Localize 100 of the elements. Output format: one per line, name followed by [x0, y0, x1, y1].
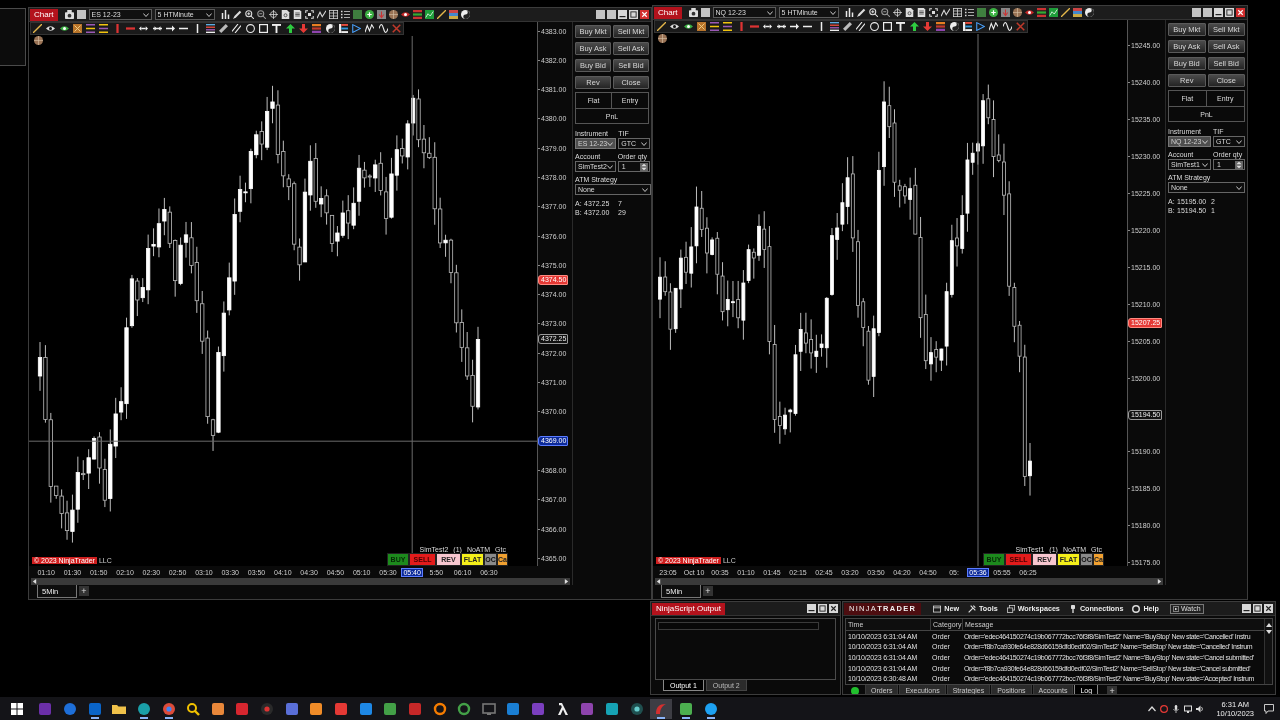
app-tile-icon[interactable] — [604, 700, 621, 717]
triangle-icon[interactable] — [976, 22, 986, 31]
delete-icon[interactable] — [1016, 22, 1025, 31]
round-app-icon[interactable] — [628, 700, 645, 717]
grid-icon[interactable] — [952, 8, 962, 17]
globe-icon[interactable] — [388, 10, 398, 19]
maximize-icon[interactable] — [1253, 604, 1262, 613]
wave-icon[interactable] — [378, 24, 388, 33]
pencil-icon[interactable] — [856, 8, 866, 17]
diagonal-line-icon[interactable] — [436, 10, 446, 19]
horizontal-scrollbar[interactable] — [655, 578, 1163, 585]
zoom-in-icon[interactable] — [868, 8, 878, 17]
zoom-in-icon[interactable] — [244, 10, 254, 19]
scroll-down-icon[interactable] — [1265, 629, 1272, 635]
zigzag-icon[interactable] — [365, 24, 375, 33]
pencil-icon[interactable] — [232, 10, 242, 19]
chevron-icon[interactable] — [606, 164, 613, 169]
zoom-out-icon[interactable] — [880, 8, 890, 17]
chevron-icon[interactable] — [1236, 185, 1242, 190]
stacked-blocks-icon[interactable] — [312, 24, 322, 33]
tools-icon[interactable] — [968, 604, 976, 613]
chevron-icon[interactable] — [766, 10, 773, 15]
parallel-lines-icon[interactable] — [856, 22, 866, 31]
chevron-icon[interactable] — [1236, 139, 1242, 144]
add-tab-button[interactable]: + — [703, 586, 713, 596]
maximize-icon[interactable] — [1225, 8, 1234, 17]
spinner-arrows-icon[interactable] — [639, 162, 648, 171]
round-app-icon[interactable] — [702, 700, 719, 717]
maximize-icon[interactable] — [818, 604, 827, 613]
triangle-icon[interactable] — [352, 24, 362, 33]
focus-frame-icon[interactable] — [928, 8, 938, 17]
circle-icon[interactable] — [245, 24, 255, 33]
down-arrow-icon[interactable] — [298, 24, 308, 33]
windows-icon[interactable] — [1006, 604, 1015, 613]
text-tool-icon[interactable] — [272, 24, 282, 33]
window-icon[interactable] — [933, 604, 942, 613]
add-tab-button[interactable]: + — [79, 586, 89, 596]
document-search-icon[interactable] — [904, 8, 914, 17]
bar-chart-icon[interactable] — [220, 10, 230, 19]
app-tile-icon[interactable] — [86, 700, 103, 717]
ruler-icon[interactable] — [843, 22, 853, 31]
maximize-icon[interactable] — [629, 10, 638, 19]
bracket-lines-icon[interactable] — [962, 22, 972, 31]
right-arrow-icon[interactable] — [789, 22, 799, 31]
square-icon[interactable] — [76, 10, 86, 19]
ring-icon[interactable] — [431, 700, 448, 717]
crossed-square-icon[interactable] — [696, 22, 706, 31]
right-arrow-icon[interactable] — [165, 24, 175, 33]
app-tile-icon[interactable] — [677, 700, 694, 717]
grid-icon[interactable] — [328, 10, 338, 19]
chevron-icon[interactable] — [641, 141, 648, 146]
document-search-icon[interactable] — [280, 10, 290, 19]
camera-icon[interactable] — [64, 10, 74, 19]
chevron-icon[interactable] — [1202, 162, 1208, 167]
app-tile-icon[interactable] — [308, 700, 325, 717]
ruler-icon[interactable] — [219, 24, 229, 33]
striped-lines-icon[interactable] — [723, 22, 733, 31]
square-tile-icon[interactable] — [976, 8, 986, 17]
arrow-down-icon[interactable] — [376, 10, 386, 19]
horizontal-scrollbar[interactable] — [31, 578, 570, 585]
eye-icon[interactable] — [59, 24, 69, 33]
crosshair-icon[interactable] — [892, 8, 902, 17]
double-arrow-icon[interactable] — [152, 24, 162, 33]
eye-icon[interactable] — [1024, 8, 1034, 17]
color-blocks-icon[interactable] — [448, 10, 458, 19]
plug-icon[interactable] — [1068, 604, 1077, 613]
start-icon[interactable] — [11, 702, 23, 715]
eye-icon[interactable] — [670, 22, 680, 31]
chevron-icon[interactable] — [205, 12, 212, 17]
chart-tile-icon[interactable] — [424, 10, 434, 19]
crossed-square-icon[interactable] — [72, 24, 82, 33]
color-blocks-icon[interactable] — [1072, 8, 1082, 17]
chevron-icon[interactable] — [829, 10, 836, 15]
microphone-icon[interactable] — [1172, 704, 1181, 713]
striped-lines-icon[interactable] — [86, 24, 96, 33]
striped-lines-icon[interactable] — [99, 24, 109, 33]
app-tile-icon[interactable] — [505, 700, 522, 717]
app-tile-icon[interactable] — [209, 700, 226, 717]
left-arrow-icon[interactable] — [32, 579, 37, 584]
app-tile-icon[interactable] — [234, 700, 251, 717]
list-icon[interactable] — [340, 10, 350, 19]
striped-lines-icon[interactable] — [710, 22, 720, 31]
yin-yang-icon[interactable] — [1084, 8, 1094, 17]
list-icon[interactable] — [964, 8, 974, 17]
minimize-icon[interactable] — [618, 10, 627, 19]
zoom-out-icon[interactable] — [256, 10, 266, 19]
striped-bars-icon[interactable] — [412, 10, 422, 19]
parallel-lines-icon[interactable] — [232, 24, 242, 33]
app-tile-icon[interactable] — [579, 700, 596, 717]
up-arrow-icon[interactable] — [285, 24, 295, 33]
minimize-icon[interactable] — [807, 604, 816, 613]
line-chart-icon[interactable] — [316, 10, 326, 19]
crosshair-icon[interactable] — [268, 10, 278, 19]
magnifier-icon[interactable] — [185, 700, 202, 717]
yin-yang-icon[interactable] — [949, 22, 959, 31]
bracket-lines-icon[interactable] — [338, 24, 348, 33]
delete-icon[interactable] — [392, 24, 401, 33]
swoosh-icon[interactable] — [650, 698, 673, 719]
notification-icon[interactable] — [1264, 703, 1274, 714]
minimize-icon[interactable] — [1242, 604, 1251, 613]
